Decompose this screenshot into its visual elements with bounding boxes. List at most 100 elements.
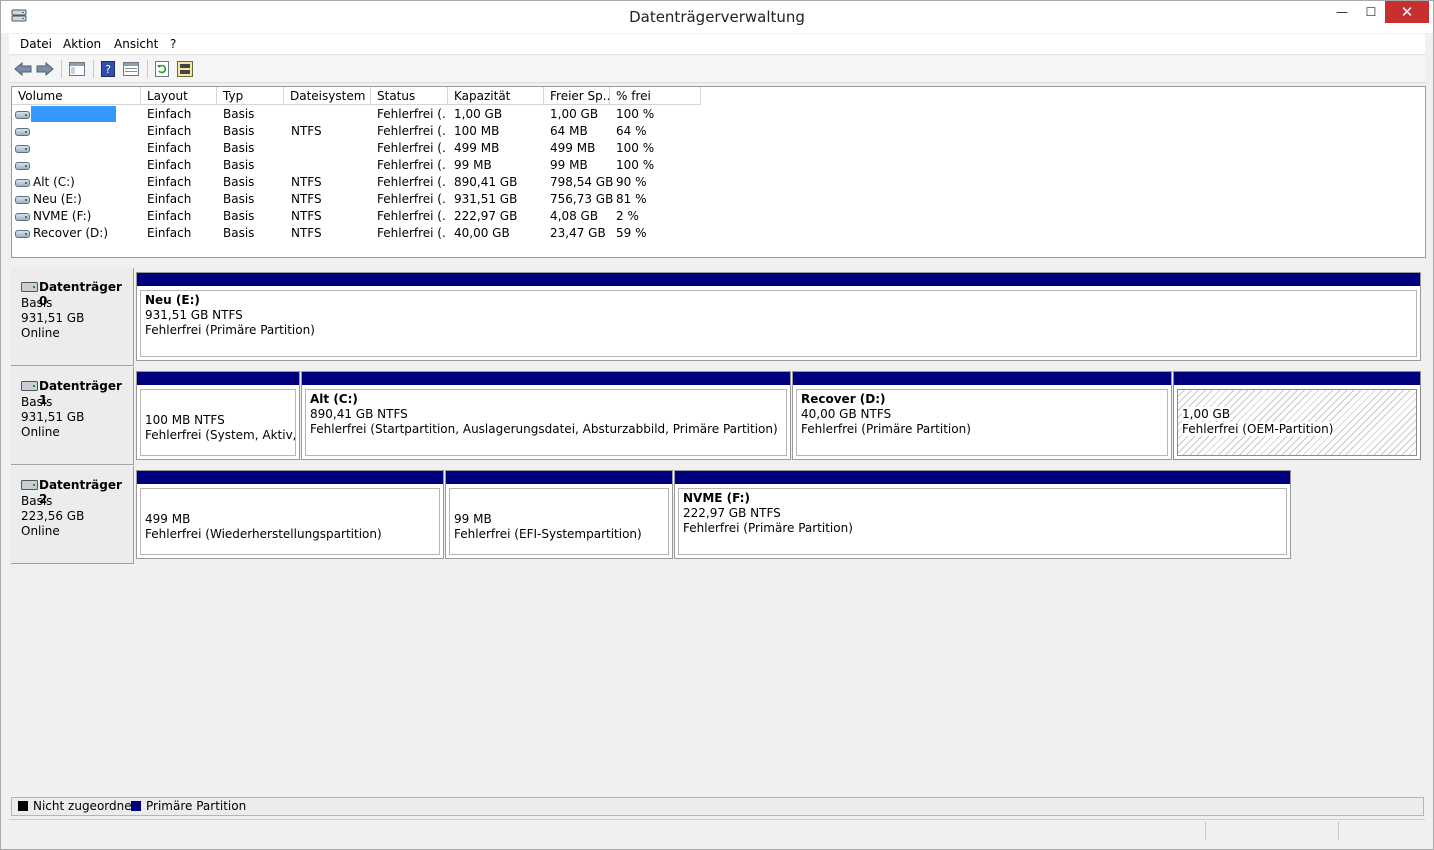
toolbar: ? [9,56,1425,83]
cell-layout: Einfach [147,209,192,223]
disk-type: Basis [21,296,53,310]
volume-icon [15,128,30,136]
partition-body: 100 MB NTFS Fehlerfrei (System, Aktiv, P… [140,389,296,456]
table-row[interactable]: Einfach Basis Fehlerfrei (... 499 MB 499… [12,140,1425,157]
cell-typ: Basis [223,226,255,240]
window-edge [1426,34,1433,819]
volume-icon [15,145,30,153]
forward-icon[interactable] [35,59,55,79]
cell-kapazitaet: 890,41 GB [454,175,518,189]
cell-freier-speicher: 499 MB [550,141,596,155]
rescan-icon[interactable] [175,59,195,79]
status-separator [1338,822,1339,840]
partition-color-bar [137,471,443,484]
partition-status: Fehlerfrei (EFI-Systempartition) [454,527,642,541]
column-header-prozent-frei[interactable]: % frei [610,87,701,105]
cell-status: Fehlerfrei (... [377,175,445,189]
partition-name: Recover (D:) [801,392,886,406]
legend-label-primary: Primäre Partition [146,799,247,813]
cell-prozent-frei: 81 % [616,192,647,206]
partition-system-reserved[interactable]: 100 MB NTFS Fehlerfrei (System, Aktiv, P… [136,371,300,460]
column-header-layout[interactable]: Layout [141,87,217,105]
partition-color-bar [302,372,790,385]
cell-volume: Recover (D:) [33,226,108,240]
partition-body: Recover (D:) 40,00 GB NTFS Fehlerfrei (P… [796,389,1168,456]
properties-icon[interactable] [121,59,141,79]
toolbar-separator [61,60,62,78]
volume-icon [15,179,30,187]
table-row[interactable]: Recover (D:) Einfach Basis NTFS Fehlerfr… [12,225,1425,242]
table-row[interactable]: Einfach Basis Fehlerfrei (... 1,00 GB 1,… [12,106,1425,123]
table-row[interactable]: NVME (F:) Einfach Basis NTFS Fehlerfrei … [12,208,1425,225]
partition-recover-d[interactable]: Recover (D:) 40,00 GB NTFS Fehlerfrei (P… [792,371,1172,460]
cell-kapazitaet: 99 MB [454,158,492,172]
menu-aktion[interactable]: Aktion [63,37,101,51]
column-header-freier-speicher[interactable]: Freier Sp... [544,87,610,105]
disk-2-label[interactable]: Datenträger 2 Basis 223,56 GB Online [11,466,134,564]
disk-icon [21,480,38,490]
cell-status: Fehlerfrei (... [377,124,445,138]
partition-status: Fehlerfrei (OEM-Partition) [1182,422,1334,436]
disk-size: 931,51 GB [21,410,85,424]
disk-icon [21,282,38,292]
menu-ansicht[interactable]: Ansicht [114,37,158,51]
cell-volume: Neu (E:) [33,192,82,206]
column-header-kapazitaet[interactable]: Kapazität [448,87,544,105]
cell-typ: Basis [223,209,255,223]
refresh-icon[interactable] [152,59,172,79]
table-row[interactable]: Einfach Basis NTFS Fehlerfrei (... 100 M… [12,123,1425,140]
console-tree-icon[interactable] [67,59,87,79]
menu-help[interactable]: ? [170,37,176,51]
maximize-button[interactable]: ☐ [1356,1,1386,23]
cell-layout: Einfach [147,158,192,172]
cell-freier-speicher: 798,54 GB [550,175,614,189]
volume-icon [15,230,30,238]
menu-datei[interactable]: Datei [20,37,52,51]
partition-nvme-f[interactable]: NVME (F:) 222,97 GB NTFS Fehlerfrei (Pri… [674,470,1291,559]
column-header-status[interactable]: Status [371,87,448,105]
table-row[interactable]: Neu (E:) Einfach Basis NTFS Fehlerfrei (… [12,191,1425,208]
disk-1-label[interactable]: Datenträger 1 Basis 931,51 GB Online [11,367,134,465]
partition-oem[interactable]: 1,00 GB Fehlerfrei (OEM-Partition) [1173,371,1421,460]
partition-neu-e[interactable]: Neu (E:) 931,51 GB NTFS Fehlerfrei (Prim… [136,272,1421,361]
cell-typ: Basis [223,175,255,189]
table-row[interactable]: Alt (C:) Einfach Basis NTFS Fehlerfrei (… [12,174,1425,191]
cell-typ: Basis [223,192,255,206]
disk-graphical-view[interactable]: Datenträger 0 Basis 931,51 GB Online Neu… [11,263,1424,794]
partition-color-bar [793,372,1171,385]
partition-body: 499 MB Fehlerfrei (Wiederherstellungspar… [140,488,440,555]
partition-status: Fehlerfrei (Wiederherstellungspartition) [145,527,382,541]
cell-freier-speicher: 756,73 GB [550,192,614,206]
legend-label-unallocated: Nicht zugeordnet [33,799,137,813]
partition-efi[interactable]: 99 MB Fehlerfrei (EFI-Systempartition) [445,470,673,559]
disk-0-label[interactable]: Datenträger 0 Basis 931,51 GB Online [11,268,134,366]
disk-size: 931,51 GB [21,311,85,325]
cell-kapazitaet: 100 MB [454,124,500,138]
cell-typ: Basis [223,141,255,155]
cell-freier-speicher: 1,00 GB [550,107,599,121]
close-button[interactable]: ✕ [1385,1,1429,23]
cell-prozent-frei: 59 % [616,226,647,240]
partition-size: 222,97 GB NTFS [683,506,781,520]
partition-size: 40,00 GB NTFS [801,407,892,421]
partition-color-bar [675,471,1290,484]
selected-volume-name[interactable] [31,106,116,122]
table-row[interactable]: Einfach Basis Fehlerfrei (... 99 MB 99 M… [12,157,1425,174]
svg-text:?: ? [105,63,111,76]
back-icon[interactable] [13,59,33,79]
column-header-volume[interactable]: Volume [12,87,141,105]
minimize-button[interactable]: — [1327,1,1357,23]
cell-volume: NVME (F:) [33,209,92,223]
status-separator [1205,822,1206,840]
help-icon[interactable]: ? [98,59,118,79]
cell-kapazitaet: 40,00 GB [454,226,510,240]
volume-list[interactable]: Volume Layout Typ Dateisystem Status Kap… [11,86,1426,258]
partition-recovery[interactable]: 499 MB Fehlerfrei (Wiederherstellungspar… [136,470,444,559]
partition-alt-c[interactable]: Alt (C:) 890,41 GB NTFS Fehlerfrei (Star… [301,371,791,460]
column-header-dateisystem[interactable]: Dateisystem [284,87,371,105]
status-bar [9,819,1425,842]
title-bar[interactable]: Datenträgerverwaltung — ☐ ✕ [1,1,1433,33]
legend-swatch-unallocated [18,801,28,811]
column-header-typ[interactable]: Typ [217,87,284,105]
cell-layout: Einfach [147,107,192,121]
